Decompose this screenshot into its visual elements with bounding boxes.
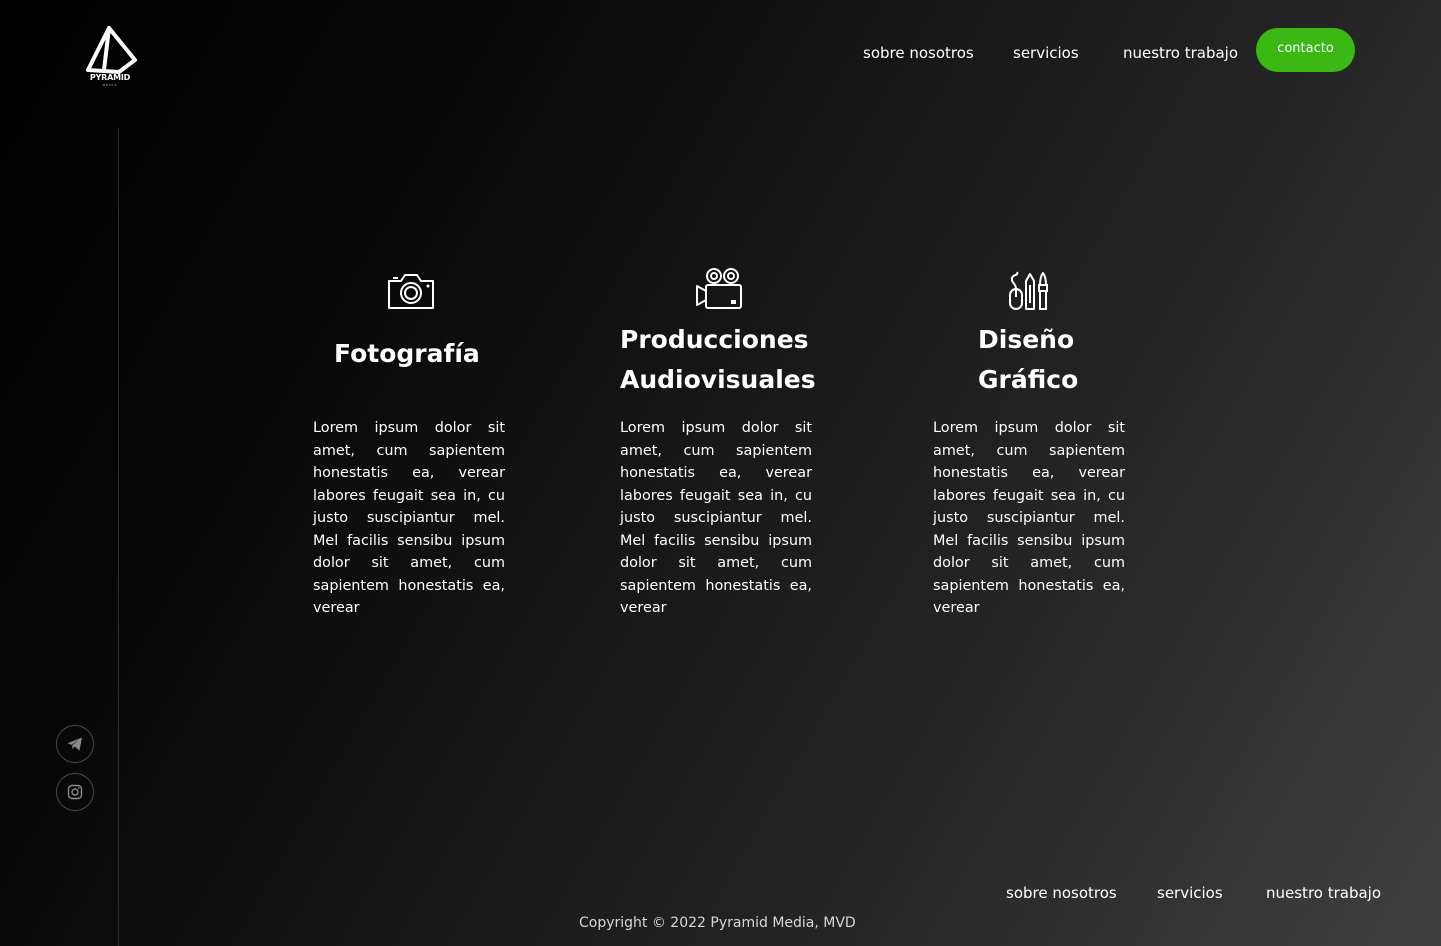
service-title-line-1: Diseño	[978, 325, 1075, 354]
camera-icon	[388, 274, 434, 309]
footer-link-nuestro-trabajo[interactable]: nuestro trabajo	[1266, 884, 1381, 902]
nav-link-servicios[interactable]: servicios	[1013, 44, 1079, 62]
nav-link-sobre-nosotros[interactable]: sobre nosotros	[863, 44, 974, 62]
service-description: Lorem ipsum dolor sit amet, cum sapiente…	[933, 420, 1125, 616]
service-description: Lorem ipsum dolor sit amet, cum sapiente…	[313, 420, 505, 616]
telegram-button[interactable]	[56, 725, 94, 763]
contact-button[interactable]: contacto	[1256, 28, 1355, 72]
design-tools-icon	[1009, 271, 1048, 310]
service-title-line-2: Gráfico	[978, 365, 1079, 394]
pyramid-logo[interactable]: PYRAMID MEDIA	[82, 26, 138, 88]
logo-wordmark: PYRAMID	[89, 73, 131, 82]
instagram-button[interactable]	[56, 773, 94, 811]
service-title-line-1: Producciones	[620, 325, 809, 354]
instagram-icon	[67, 784, 83, 800]
video-camera-icon	[696, 268, 742, 309]
pyramid-logo-icon	[86, 26, 137, 74]
nav-link-nuestro-trabajo[interactable]: nuestro trabajo	[1123, 44, 1238, 62]
service-description: Lorem ipsum dolor sit amet, cum sapiente…	[620, 420, 812, 616]
service-title-line-2: Audiovisuales	[620, 365, 816, 394]
footer-link-servicios[interactable]: servicios	[1157, 884, 1223, 902]
logo-subtitle: MEDIA	[102, 83, 118, 87]
vertical-divider	[118, 128, 119, 946]
service-title: Fotografía	[334, 339, 480, 368]
footer-link-sobre-nosotros[interactable]: sobre nosotros	[1006, 884, 1117, 902]
telegram-icon	[67, 737, 82, 751]
copyright-text: Copyright © 2022 Pyramid Media, MVD	[579, 915, 856, 931]
